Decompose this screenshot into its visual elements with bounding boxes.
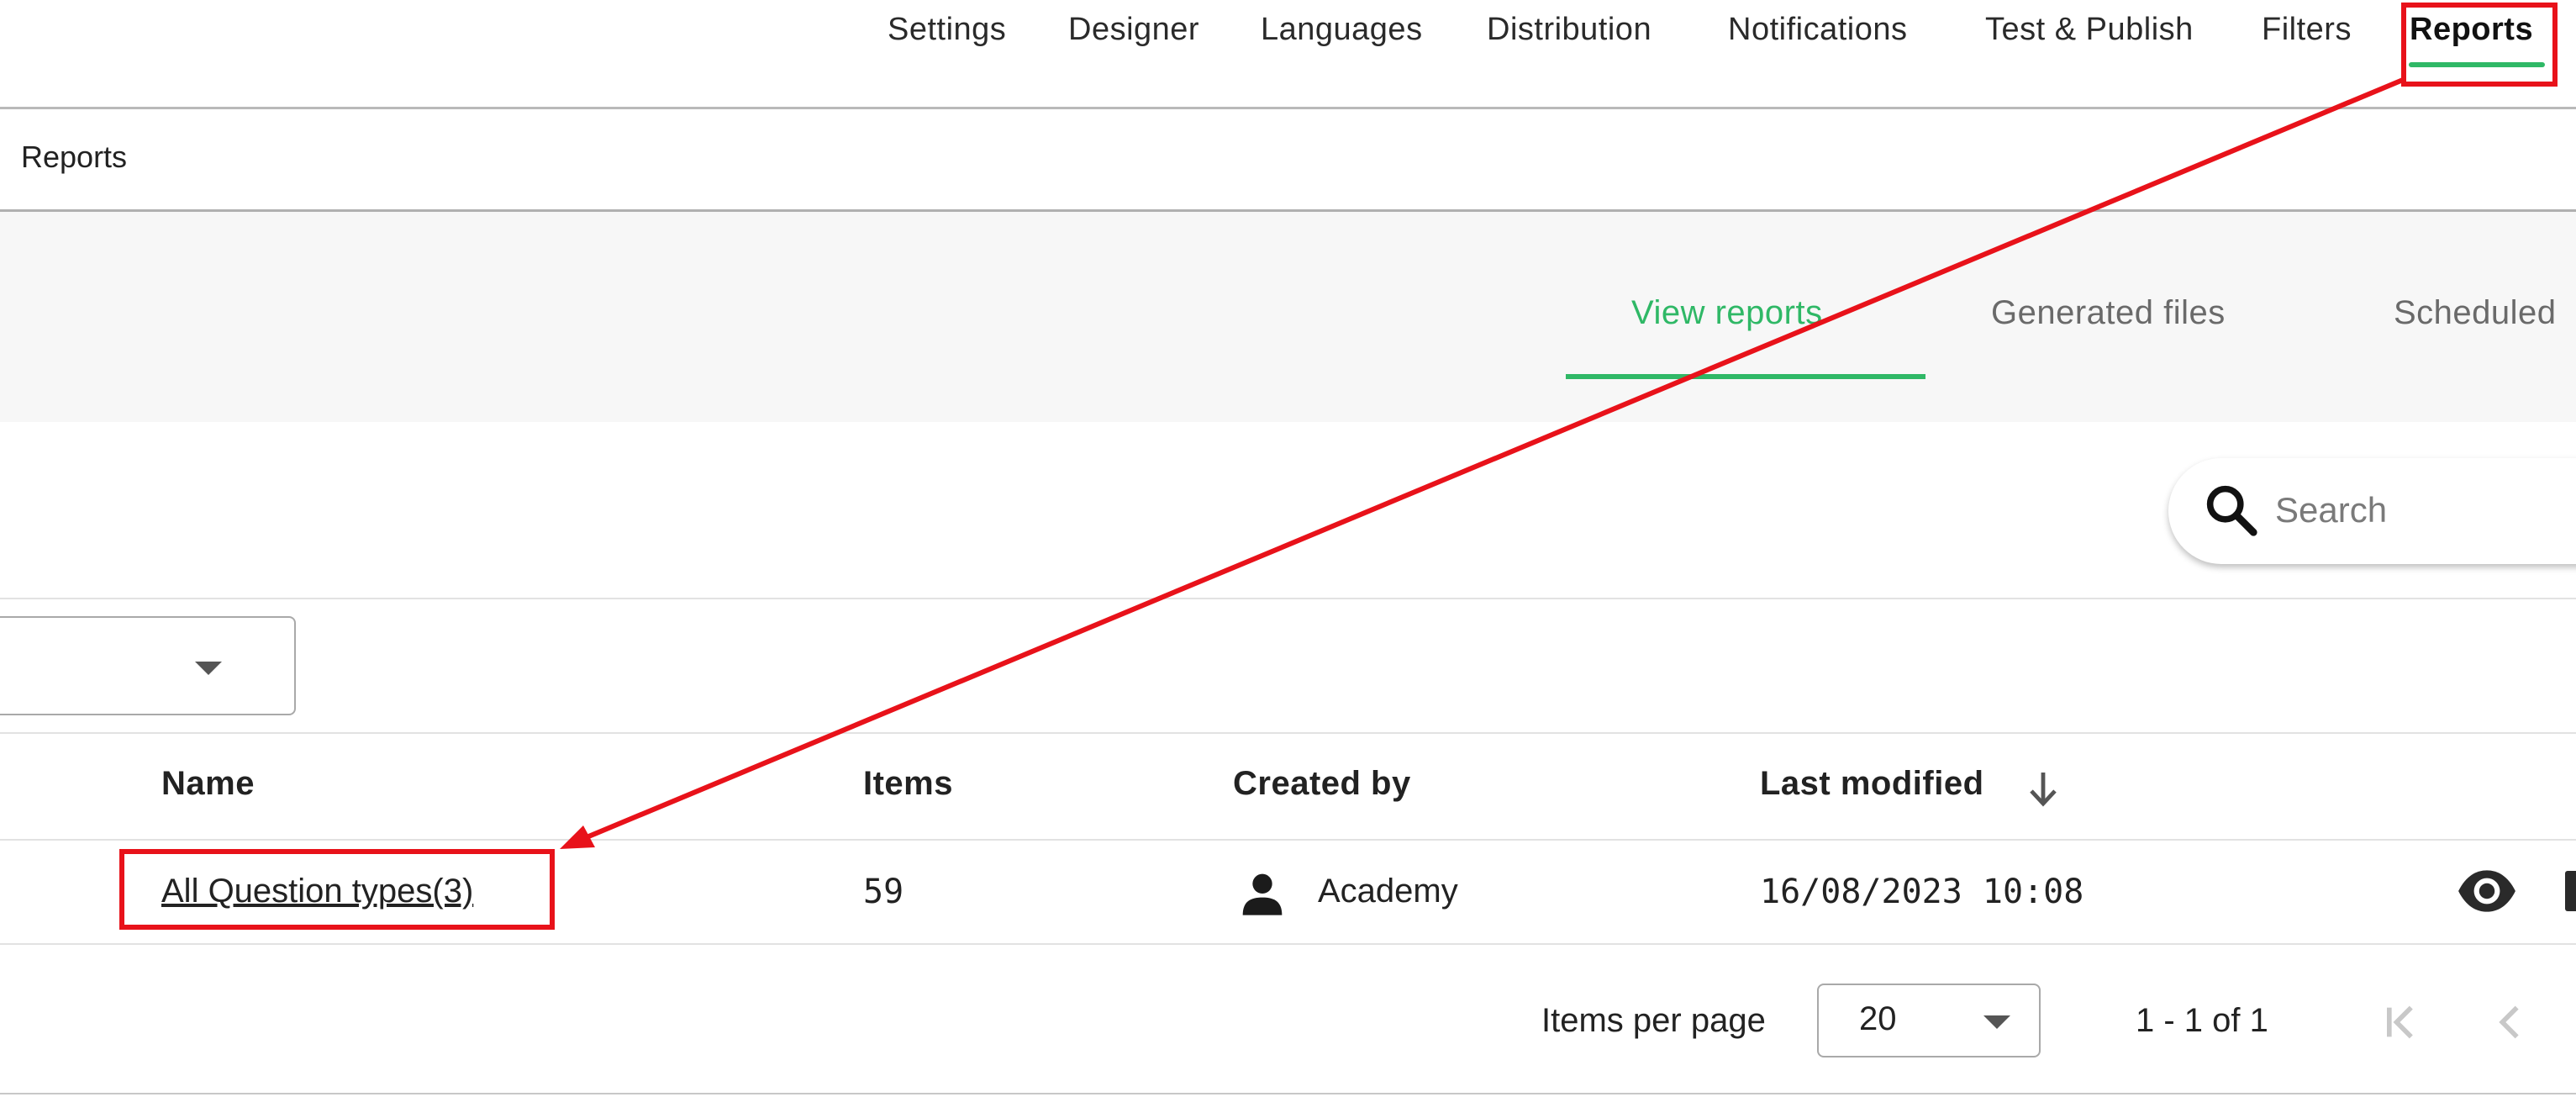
annotation-arrow xyxy=(560,77,2405,849)
